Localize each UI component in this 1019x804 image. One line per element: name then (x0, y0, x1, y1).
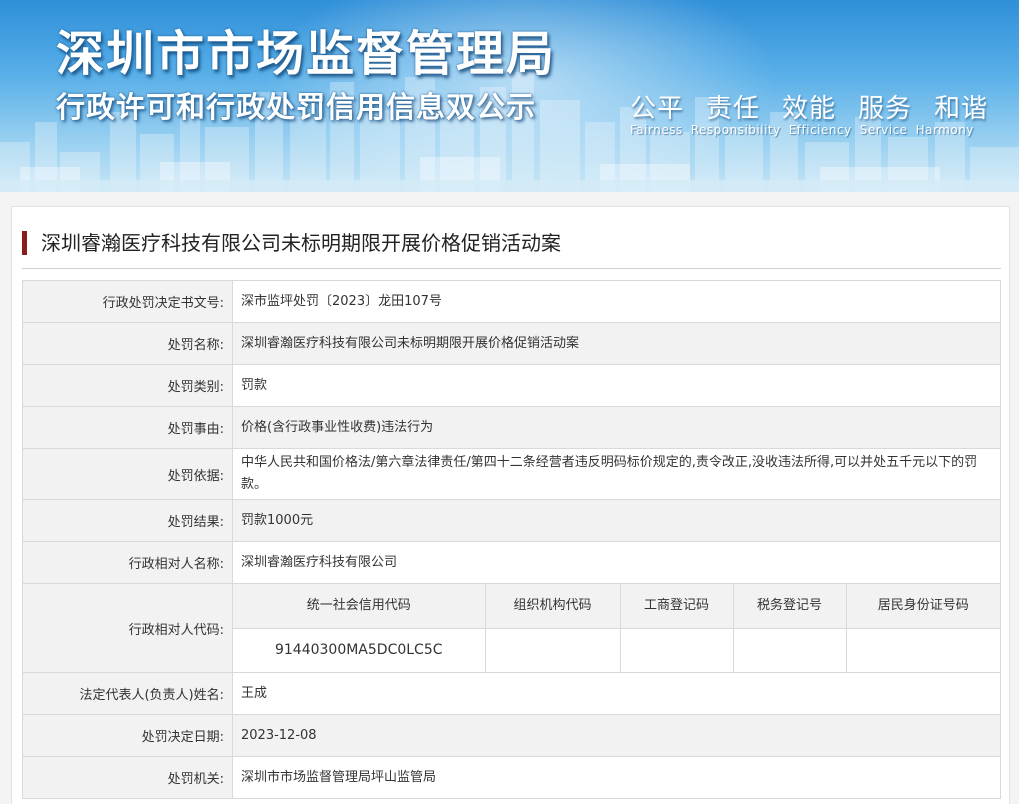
slogan-cn-item: 服务 (858, 94, 913, 124)
field-value-penalty-name: 深圳睿瀚医疗科技有限公司未标明期限开展价格促销活动案 (232, 322, 1001, 365)
table-row: 行政相对人名称: 深圳睿瀚医疗科技有限公司 (22, 541, 1001, 584)
table-row: 处罚类别: 罚款 (22, 364, 1001, 407)
field-label-decision-date: 处罚决定日期: (22, 714, 233, 757)
case-title-text: 深圳睿瀚医疗科技有限公司未标明期限开展价格促销活动案 (41, 231, 561, 255)
table-row: 行政处罚决定书文号: 深市监坪处罚〔2023〕龙田107号 (22, 280, 1001, 323)
field-value-penalty-basis: 中华人民共和国价格法/第六章法律责任/第四十二条经营者违反明码标价规定的,责令改… (232, 448, 1001, 500)
table-row: 处罚结果: 罚款1000元 (22, 499, 1001, 542)
table-row: 处罚决定日期: 2023-12-08 (22, 714, 1001, 757)
slogan-cn-item: 责任 (706, 94, 761, 124)
title-accent-bar (22, 231, 27, 255)
slogan-cn: 公平 责任 效能 服务 和谐 (630, 88, 988, 125)
slogan-cn-item: 和谐 (934, 94, 989, 124)
table-row: 处罚机关: 深圳市市场监督管理局坪山监管局 (22, 756, 1001, 799)
case-detail-panel: 深圳睿瀚医疗科技有限公司未标明期限开展价格促销活动案 行政处罚决定书文号: 深市… (11, 206, 1010, 804)
banner-title: 深圳市市场监督管理局 (56, 26, 557, 82)
slogan-en-item: Fairness (630, 123, 683, 137)
field-label-penalty-name: 处罚名称: (22, 322, 233, 365)
field-label-party-name: 行政相对人名称: (22, 541, 233, 584)
case-info-table: 行政处罚决定书文号: 深市监坪处罚〔2023〕龙田107号 处罚名称: 深圳睿瀚… (22, 280, 1001, 799)
slogan-en: Fairness Responsibility Efficiency Service H… (630, 123, 982, 137)
slogan-en-item: Efficiency (788, 123, 852, 137)
table-row: 处罚名称: 深圳睿瀚医疗科技有限公司未标明期限开展价格促销活动案 (22, 322, 1001, 365)
field-label-decision-no: 行政处罚决定书文号: (22, 280, 233, 323)
party-code-value-row: 91440300MA5DC0LC5C (233, 628, 1000, 672)
code-header: 统一社会信用代码 (233, 584, 485, 629)
party-code-header-row: 统一社会信用代码 组织机构代码 工商登记码 税务登记号 居民身份证号码 (233, 584, 1000, 629)
table-row: 处罚依据: 中华人民共和国价格法/第六章法律责任/第四十二条经营者违反明码标价规… (22, 448, 1001, 500)
code-value (484, 628, 620, 672)
field-label-penalty-reason: 处罚事由: (22, 406, 233, 449)
field-value-party-name: 深圳睿瀚医疗科技有限公司 (232, 541, 1001, 584)
slogan-cn-item: 效能 (782, 94, 837, 124)
field-value-penalty-type: 罚款 (232, 364, 1001, 407)
field-value-authority: 深圳市市场监督管理局坪山监管局 (232, 756, 1001, 799)
field-value-penalty-reason: 价格(含行政事业性收费)违法行为 (232, 406, 1001, 449)
case-title: 深圳睿瀚医疗科技有限公司未标明期限开展价格促销活动案 (22, 229, 561, 257)
table-row: 处罚事由: 价格(含行政事业性收费)违法行为 (22, 406, 1001, 449)
field-label-legal-rep: 法定代表人(负责人)姓名: (22, 672, 233, 715)
code-header: 税务登记号 (732, 584, 846, 629)
field-label-penalty-basis: 处罚依据: (22, 448, 233, 500)
field-value-legal-rep: 王成 (232, 672, 1001, 715)
field-label-penalty-result: 处罚结果: (22, 499, 233, 542)
party-code-cell: 统一社会信用代码 组织机构代码 工商登记码 税务登记号 居民身份证号码 9144… (232, 583, 1001, 673)
title-divider (22, 268, 1001, 269)
code-value: 91440300MA5DC0LC5C (233, 628, 485, 672)
code-header: 工商登记码 (619, 584, 733, 629)
field-value-decision-no: 深市监坪处罚〔2023〕龙田107号 (232, 280, 1001, 323)
banner-subtitle: 行政许可和行政处罚信用信息双公示 (56, 90, 537, 124)
table-row: 法定代表人(负责人)姓名: 王成 (22, 672, 1001, 715)
slogan-en-item: Service (859, 123, 908, 137)
code-header: 组织机构代码 (484, 584, 620, 629)
field-label-penalty-type: 处罚类别: (22, 364, 233, 407)
field-label-authority: 处罚机关: (22, 756, 233, 799)
table-row: 行政相对人代码: 统一社会信用代码 组织机构代码 工商登记码 税务登记号 居民身… (22, 583, 1001, 673)
slogan-en-item: Responsibility (690, 123, 781, 137)
code-value (732, 628, 846, 672)
slogan-en-item: Harmony (915, 123, 974, 137)
code-value (845, 628, 1000, 672)
header-banner: 深圳市市场监督管理局 行政许可和行政处罚信用信息双公示 公平 责任 效能 服务 和谐 F… (0, 0, 1019, 192)
slogan-cn-item: 公平 (630, 94, 685, 124)
field-value-penalty-result: 罚款1000元 (232, 499, 1001, 542)
party-code-table: 统一社会信用代码 组织机构代码 工商登记码 税务登记号 居民身份证号码 9144… (233, 584, 1000, 672)
field-value-decision-date: 2023-12-08 (232, 714, 1001, 757)
code-value (619, 628, 733, 672)
code-header: 居民身份证号码 (845, 584, 1000, 629)
field-label-party-code: 行政相对人代码: (22, 583, 233, 673)
